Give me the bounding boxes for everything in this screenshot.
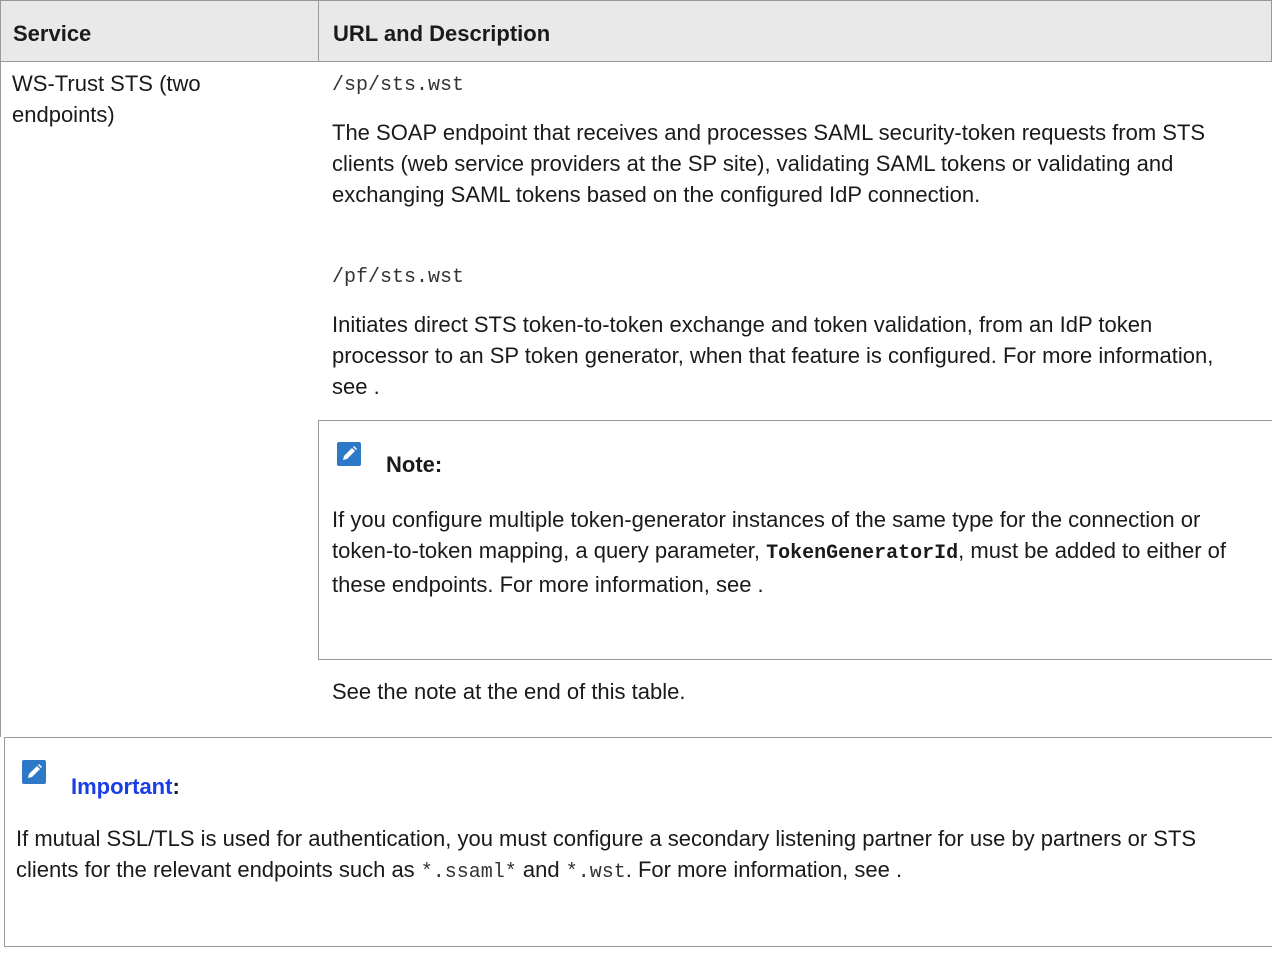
endpoint-description-pf: Initiates direct STS token-to-token exch… bbox=[332, 312, 1214, 399]
pencil-note-icon bbox=[337, 442, 361, 466]
header-divider bbox=[318, 0, 319, 62]
header-service: Service bbox=[13, 21, 92, 46]
note-text: If you configure multiple token-generato… bbox=[332, 504, 1232, 600]
endpoint-table: Service URL and Description WS-Trust STS… bbox=[0, 0, 1272, 740]
ssaml-code: *.ssaml* bbox=[420, 861, 517, 884]
important-colon: : bbox=[172, 774, 180, 799]
see-note-text: See the note at the end of this table. bbox=[332, 679, 686, 704]
service-cell: WS-Trust STS (two endpoints) bbox=[12, 71, 201, 127]
important-link[interactable]: Important bbox=[71, 774, 172, 799]
important-label: Important: bbox=[71, 774, 180, 800]
endpoint-path-sp: /sp/sts.wst bbox=[332, 74, 465, 97]
pencil-important-icon bbox=[22, 760, 46, 784]
important-text: If mutual SSL/TLS is used for authentica… bbox=[16, 823, 1256, 888]
note-label: Note: bbox=[386, 452, 443, 477]
wst-code: *.wst bbox=[565, 861, 626, 884]
endpoint-description-sp: The SOAP endpoint that receives and proc… bbox=[332, 120, 1206, 207]
header-url-description: URL and Description bbox=[333, 21, 551, 46]
important-text-and: and bbox=[516, 857, 566, 882]
endpoint-path-pf: /pf/sts.wst bbox=[332, 266, 465, 289]
important-text-part2: . For more information, see . bbox=[625, 857, 903, 882]
token-generator-id-code: TokenGeneratorId bbox=[766, 542, 959, 565]
row-left-border bbox=[0, 62, 1, 737]
table-header-row: Service URL and Description bbox=[0, 0, 1272, 62]
